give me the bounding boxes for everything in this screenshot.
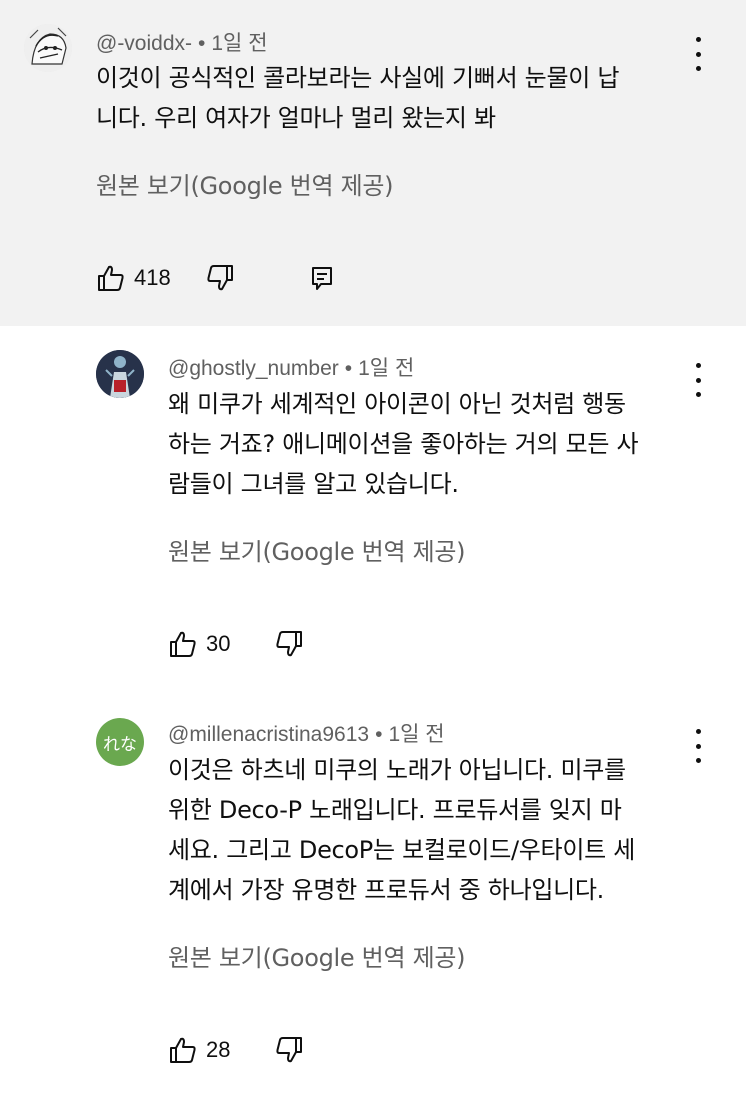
author-name[interactable]: @millenacristina9613	[168, 723, 369, 746]
thumb-up-icon[interactable]	[168, 1035, 198, 1065]
comment-text: 이것이 공식적인 콜라보라는 사실에 기뻐서 눈물이 납 니다. 우리 여자가 …	[96, 58, 619, 138]
author-name[interactable]: @-voiddx-	[96, 32, 192, 55]
thumb-down-icon[interactable]	[274, 1035, 304, 1065]
avatar[interactable]	[96, 350, 144, 398]
more-vert-icon[interactable]	[688, 37, 708, 71]
comment-line: 계에서 가장 유명한 프로듀서 중 하나입니다.	[168, 876, 605, 904]
timestamp[interactable]: 1일 전	[358, 357, 414, 380]
see-original-link[interactable]: 원본 보기(Google 번역 제공)	[96, 166, 393, 201]
avatar-sketch-image	[24, 24, 72, 72]
comment-actions: 418	[96, 262, 337, 294]
comment-meta: @millenacristina9613 • 1일 전	[168, 723, 445, 746]
like-count: 28	[206, 1037, 231, 1062]
timestamp[interactable]: 1일 전	[211, 32, 267, 55]
see-original-link[interactable]: 원본 보기(Google 번역 제공)	[168, 938, 465, 973]
comment-line: 세요. 그리고 DecoP는 보컬로이드/우타이트 세	[168, 836, 636, 864]
avatar[interactable]	[24, 24, 72, 72]
avatar-initials: れな	[103, 734, 137, 755]
comment-line: 이것이 공식적인 콜라보라는 사실에 기뻐서 눈물이 납	[96, 64, 620, 92]
author-name[interactable]: @ghostly_number	[168, 357, 339, 380]
comment-actions: 28	[168, 1034, 304, 1066]
comment-line: 왜 미쿠가 세계적인 아이콘이 아닌 것처럼 행동	[168, 390, 626, 418]
see-original-link[interactable]: 원본 보기(Google 번역 제공)	[168, 532, 465, 567]
comment-line: 이것은 하츠네 미쿠의 노래가 아닙니다. 미쿠를	[168, 756, 626, 784]
comment-text: 왜 미쿠가 세계적인 아이콘이 아닌 것처럼 행동 하는 거죠? 애니메이션을 …	[168, 384, 639, 504]
comment-line: 위한 Deco-P 노래입니다. 프로듀서를 잊지 마	[168, 796, 622, 824]
thumb-down-icon[interactable]	[205, 263, 235, 293]
comment-line: 니다. 우리 여자가 얼마나 멀리 왔는지 봐	[96, 104, 496, 132]
comment-meta: @-voiddx- • 1일 전	[96, 32, 268, 55]
more-vert-icon[interactable]	[688, 729, 708, 763]
timestamp[interactable]: 1일 전	[388, 723, 444, 746]
comment-meta: @ghostly_number • 1일 전	[168, 357, 415, 380]
comment-1: @-voiddx- • 1일 전 이것이 공식적인 콜라보라는 사실에 기뻐서 눈물…	[0, 0, 746, 326]
comment-actions: 30	[168, 628, 304, 660]
comment-text: 이것은 하츠네 미쿠의 노래가 아닙니다. 미쿠를 위한 Deco-P 노래입니…	[168, 750, 635, 910]
thumb-down-icon[interactable]	[274, 629, 304, 659]
comment-3: れな @millenacristina9613 • 1일 전 이것은 하츠네 미쿠의…	[0, 696, 746, 1098]
more-vert-icon[interactable]	[688, 363, 708, 397]
comment-line: 람들이 그녀를 알고 있습니다.	[168, 470, 459, 498]
comment-line: 하는 거죠? 애니메이션을 좋아하는 거의 모든 사	[168, 430, 639, 458]
comment-2: @ghostly_number • 1일 전 왜 미쿠가 세계적인 아이콘이 아닌 …	[0, 326, 746, 696]
thumb-up-icon[interactable]	[168, 629, 198, 659]
like-count: 418	[134, 265, 171, 290]
reply-icon[interactable]	[307, 263, 337, 293]
thumb-up-icon[interactable]	[96, 263, 126, 293]
avatar-figure-image	[96, 350, 144, 398]
like-count: 30	[206, 631, 231, 656]
avatar[interactable]: れな	[96, 718, 144, 766]
